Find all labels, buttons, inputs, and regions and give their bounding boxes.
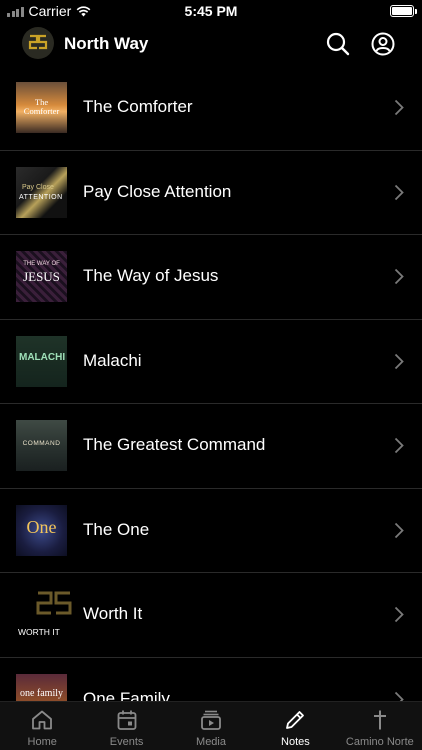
thumbnail-the-comforter: The Comforter (16, 82, 67, 133)
chevron-right-icon (394, 522, 404, 538)
pencil-icon (286, 711, 305, 729)
north-way-logo[interactable] (22, 27, 54, 59)
cross-icon (373, 710, 386, 730)
app-header: North Way (0, 22, 422, 66)
logo-mark-icon (28, 34, 48, 50)
media-icon (201, 710, 221, 730)
thumbnail-text: ATTENTION (19, 193, 63, 201)
app-title: North Way (64, 34, 149, 53)
thumbnail-text: one family (19, 687, 64, 699)
thumbnail-text: WORTH IT (18, 627, 60, 637)
thumbnail-text: Pay Close (22, 183, 54, 191)
note-row[interactable]: one family One Family (0, 658, 422, 706)
calendar-icon (117, 710, 137, 730)
note-row[interactable]: WORTH IT Worth It (0, 573, 422, 658)
tab-label: Events (109, 736, 144, 748)
search-icon[interactable] (325, 31, 351, 57)
tab-label: Notes (281, 736, 310, 748)
tab-bar: Home Events Media Notes Camino Norte (0, 701, 422, 750)
chevron-right-icon (394, 184, 404, 200)
thumbnail-pay-close-attention: Pay Close ATTENTION (16, 166, 67, 218)
thumbnail-the-way-of-jesus: THE WAY OF JESUS (16, 251, 67, 302)
home-icon (32, 710, 53, 730)
thumbnail-text: COMMAND (22, 440, 61, 447)
notes-list: The Comforter The Comforter Pay Close AT… (0, 66, 422, 706)
clock: 5:45 PM (184, 3, 238, 19)
tab-notes[interactable]: Notes (253, 702, 337, 750)
tab-home[interactable]: Home (0, 702, 84, 750)
thumbnail-worth-it: WORTH IT (16, 589, 72, 640)
note-row[interactable]: THE WAY OF JESUS The Way of Jesus (0, 235, 422, 320)
note-title: The One (83, 519, 150, 539)
thumbnail-text: One (26, 516, 57, 537)
thumbnail-text: The Comforter (23, 97, 60, 116)
note-title: Pay Close Attention (83, 181, 232, 201)
tab-media[interactable]: Media (169, 702, 253, 750)
chevron-right-icon (394, 268, 404, 285)
thumbnail-text: MALACHI (19, 351, 66, 363)
battery-icon (390, 5, 417, 17)
note-row[interactable]: The Comforter The Comforter (0, 66, 422, 151)
chevron-right-icon (394, 353, 404, 369)
tab-events[interactable]: Events (84, 702, 168, 750)
account-icon[interactable] (370, 31, 396, 57)
tab-camino-norte[interactable]: Camino Norte (338, 702, 422, 750)
note-row[interactable]: COMMAND The Greatest Command (0, 404, 422, 489)
note-title: Malachi (83, 350, 142, 370)
note-title: Worth It (83, 604, 143, 623)
logo-mark-icon (36, 591, 72, 615)
note-title: The Comforter (83, 97, 193, 116)
tab-label: Home (27, 736, 57, 748)
thumbnail-text: JESUS (23, 269, 60, 284)
thumbnail-malachi: MALACHI (16, 335, 67, 387)
thumbnail-text: THE WAY OF (23, 261, 60, 267)
note-title: The Greatest Command (83, 435, 266, 454)
note-row[interactable]: Pay Close ATTENTION Pay Close Attention (0, 151, 422, 235)
note-row[interactable]: One The One (0, 489, 422, 573)
chevron-right-icon (394, 99, 404, 116)
thumbnail-the-one: One (16, 504, 67, 556)
tab-label: Media (196, 736, 226, 748)
thumbnail-the-greatest-command: COMMAND (16, 420, 67, 471)
note-title: The Way of Jesus (83, 266, 219, 285)
note-row[interactable]: MALACHI Malachi (0, 320, 422, 404)
status-bar: Carrier 5:45 PM (0, 0, 422, 22)
tab-label: Camino Norte (345, 736, 414, 748)
chevron-right-icon (394, 606, 404, 623)
chevron-right-icon (394, 437, 404, 454)
